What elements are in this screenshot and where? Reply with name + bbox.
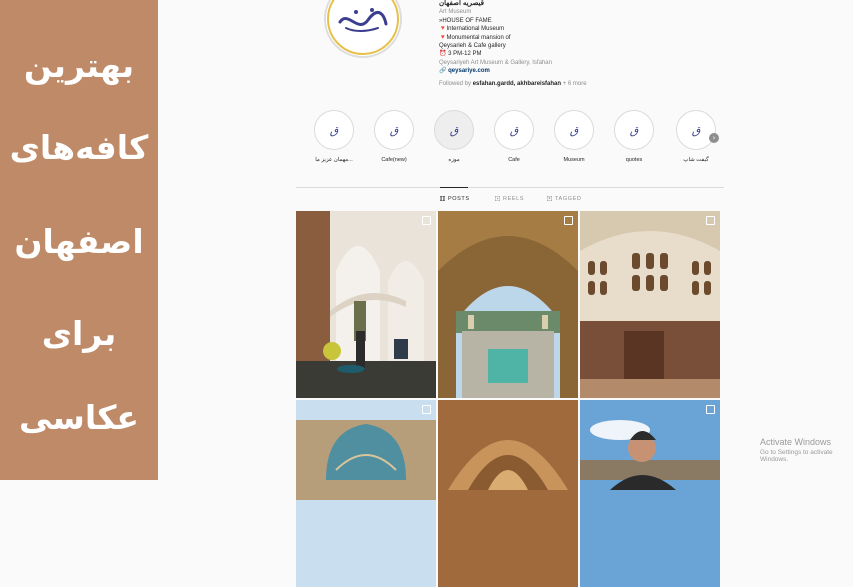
grid-icon	[440, 196, 445, 201]
profile-category: Art Museum	[439, 9, 472, 16]
followed-names[interactable]: esfahan.gardd, akhbareisfahan	[473, 81, 561, 87]
post-tile[interactable]	[438, 211, 578, 398]
tab-reels[interactable]: REELS	[495, 196, 524, 202]
bio-line-4: Qeysarieh & Cafe gallery	[439, 43, 506, 50]
post-image	[438, 400, 578, 587]
post-tile[interactable]	[296, 400, 436, 587]
multiple-posts-icon	[706, 405, 715, 414]
tab-reels-label: REELS	[503, 196, 525, 202]
highlight-cover[interactable]: ق	[314, 110, 354, 150]
tab-tagged[interactable]: TAGGED	[547, 196, 581, 202]
posts-grid	[296, 211, 721, 587]
banner-line-4: برای	[41, 314, 117, 353]
multiple-posts-icon	[422, 216, 431, 225]
highlight-item[interactable]: ق Cafe	[492, 110, 536, 163]
profile-link-text[interactable]: qeysariye.com	[448, 68, 490, 74]
post-image	[580, 400, 720, 587]
activate-windows-watermark: Activate Windows Go to Settings to activ…	[760, 437, 853, 463]
tag-icon	[547, 196, 552, 201]
multiple-posts-icon	[564, 216, 573, 225]
profile-location: Qeysariyeh Art Museum & Gallery, Isfahan	[439, 59, 552, 66]
post-tile[interactable]	[438, 400, 578, 587]
post-tile[interactable]	[580, 211, 720, 398]
tabs-divider	[296, 187, 724, 188]
post-image	[438, 211, 578, 398]
banner-line-5: عکاسی	[19, 398, 139, 437]
title-banner: بهترین کافه‌های اصفهان برای عکاسی	[0, 0, 158, 480]
bio-line-2: 🔻International Museum	[439, 26, 505, 33]
profile-name: قیصریه اصفهان	[439, 0, 484, 7]
followed-by[interactable]: Followed by esfahan.gardd, akhbareisfaha…	[439, 80, 587, 88]
highlight-item[interactable]: ق موزه	[432, 110, 476, 163]
avatar-logo-icon	[327, 0, 399, 55]
highlight-label: Cafe(new)	[381, 157, 407, 163]
highlight-cover[interactable]: ق	[614, 110, 654, 150]
highlight-item[interactable]: ق quotes	[612, 110, 656, 163]
bio-line-5: ⏰ 3 PM-12 PM	[439, 51, 482, 58]
banner-line-2: کافه‌های	[9, 128, 149, 167]
followed-prefix: Followed by	[439, 80, 472, 87]
highlight-cover[interactable]: ق	[434, 110, 474, 150]
active-tab-indicator	[440, 187, 468, 188]
instagram-profile-page: قیصریه اصفهان Art Museum »HOUSE OF FAME …	[158, 0, 853, 587]
post-tile[interactable]	[296, 211, 436, 398]
link-icon: 🔗	[439, 68, 449, 75]
highlight-logo-icon: ق	[329, 123, 339, 137]
chevron-right-icon[interactable]: ›	[709, 133, 719, 143]
highlight-item[interactable]: ق مهمان عزیز ما...	[312, 110, 356, 163]
watermark-subtitle: Go to Settings to activate Windows.	[760, 449, 833, 463]
story-highlights: ق مهمان عزیز ما... ق Cafe(new) ق موزه ق …	[312, 110, 732, 170]
reels-icon	[495, 196, 500, 201]
followed-more[interactable]: + 6 more	[563, 81, 587, 87]
highlight-label: موزه	[448, 157, 460, 163]
highlight-logo-icon: ق	[449, 123, 459, 137]
highlight-label: Cafe	[508, 157, 520, 163]
profile-link[interactable]: 🔗 qeysariye.com	[439, 67, 587, 75]
post-image	[296, 211, 436, 398]
highlight-logo-icon: ق	[569, 123, 579, 137]
highlight-label: گیفت شاپ	[683, 157, 709, 163]
highlight-logo-icon: ق	[389, 123, 399, 137]
highlight-cover[interactable]: ق	[676, 110, 716, 150]
highlight-logo-icon: ق	[629, 123, 639, 137]
bio-line-1: »HOUSE OF FAME	[439, 17, 492, 24]
tab-tagged-label: TAGGED	[555, 196, 582, 202]
post-tile[interactable]	[580, 400, 720, 587]
post-image	[296, 400, 436, 587]
watermark-title: Activate Windows	[760, 437, 832, 447]
highlight-cover[interactable]: ق	[494, 110, 534, 150]
highlight-label: مهمان عزیز ما...	[315, 157, 353, 163]
post-image	[580, 211, 720, 398]
multiple-posts-icon	[422, 405, 431, 414]
highlight-cover[interactable]: ق	[554, 110, 594, 150]
bio-line-3: 🔻Monumental mansion of	[439, 34, 511, 41]
multiple-posts-icon	[706, 216, 715, 225]
banner-line-1: بهترین	[23, 46, 135, 85]
highlight-label: quotes	[625, 157, 643, 163]
highlight-logo-icon: ق	[509, 123, 519, 137]
profile-avatar[interactable]	[324, 0, 402, 58]
highlight-item[interactable]: ق Cafe(new)	[372, 110, 416, 163]
highlight-label: Museum	[563, 157, 585, 163]
highlight-cover[interactable]: ق	[374, 110, 414, 150]
highlight-logo-icon: ق	[691, 123, 701, 137]
tab-posts[interactable]: POSTS	[440, 196, 470, 202]
highlight-item[interactable]: ق Museum	[552, 110, 596, 163]
profile-bio: قیصریه اصفهان Art Museum »HOUSE OF FAME …	[439, 0, 587, 88]
tab-posts-label: POSTS	[448, 196, 470, 202]
banner-line-3: اصفهان	[14, 222, 144, 261]
